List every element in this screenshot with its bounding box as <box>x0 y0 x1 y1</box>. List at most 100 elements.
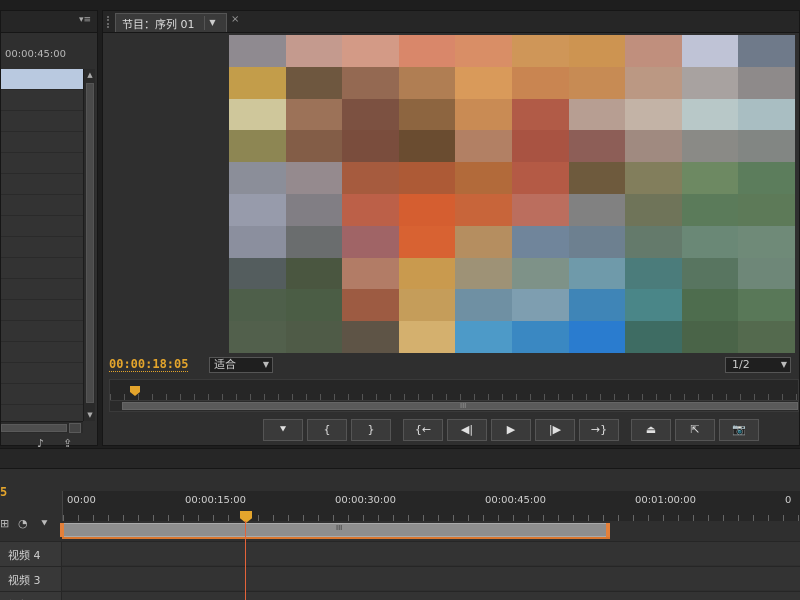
list-item[interactable] <box>1 132 83 153</box>
video-frame-pixel <box>229 257 286 290</box>
video-frame-pixel <box>681 162 739 194</box>
video-frame-pixel <box>625 130 682 163</box>
video-frame-pixel <box>398 130 456 163</box>
step-forward-button[interactable]: |▶ <box>535 419 575 441</box>
monitor-zoom-scroll-thumb[interactable]: III <box>122 402 798 410</box>
close-icon[interactable]: × <box>231 14 239 25</box>
left-hscroll-end-cap[interactable] <box>69 423 81 433</box>
left-vertical-scrollbar[interactable]: ▲ ▼ <box>83 69 95 421</box>
timeline-playhead-icon[interactable] <box>240 511 252 523</box>
snap-icon[interactable]: ⊞ <box>0 517 9 530</box>
list-item[interactable] <box>1 258 83 279</box>
video-frame-pixel <box>229 321 286 353</box>
monitor-zoom-scrollbar[interactable]: III <box>109 400 799 412</box>
go-to-out-button[interactable]: →} <box>579 419 619 441</box>
video-frame-pixel <box>285 98 343 131</box>
timeline-timecode[interactable]: 5 <box>0 485 7 499</box>
work-area-line <box>62 537 610 539</box>
current-timecode[interactable]: 00:00:18:05 <box>109 357 189 372</box>
list-item[interactable] <box>1 174 83 195</box>
video-frame-pixel <box>455 193 512 226</box>
video-frame-pixel <box>511 162 569 194</box>
track-row[interactable]: 视频 2 <box>0 591 800 600</box>
left-panel: ▾≡ 00:00:45:00 ▲ ▼ ♪ ⇪ <box>0 10 98 450</box>
work-area-end-handle[interactable] <box>606 523 610 537</box>
monitor-time-ruler[interactable] <box>109 379 799 401</box>
list-item[interactable] <box>1 111 83 132</box>
video-frame-pixel <box>342 257 399 290</box>
list-item[interactable] <box>1 300 83 321</box>
fit-zoom-select[interactable]: 适合 ▼ <box>209 357 273 373</box>
video-frame-pixel <box>398 289 456 322</box>
chevron-down-icon: ▼ <box>780 360 787 369</box>
play-button[interactable]: ▶ <box>491 419 531 441</box>
export-frame-button[interactable]: 📷 <box>719 419 759 441</box>
list-item[interactable] <box>1 237 83 258</box>
video-frame-pixel <box>455 35 512 67</box>
video-frame-pixel <box>681 289 739 322</box>
video-frame-pixel <box>398 98 456 131</box>
video-frame-pixel <box>229 35 286 67</box>
list-item[interactable] <box>1 279 83 300</box>
monitor-tabbar: 节目：序列 01 ▼ × <box>103 11 799 33</box>
work-area-start-handle[interactable] <box>60 523 64 537</box>
video-frame-pixel <box>285 162 343 194</box>
video-frame-pixel <box>398 66 456 99</box>
left-horizontal-scrollbar[interactable] <box>1 421 83 433</box>
video-frame-pixel <box>511 98 569 131</box>
extract-button[interactable]: ⇱ <box>675 419 715 441</box>
list-item[interactable] <box>1 363 83 384</box>
video-frame-pixel <box>229 66 286 99</box>
panel-menu-button[interactable]: ▾≡ <box>79 15 91 25</box>
video-frame-pixel <box>738 289 795 322</box>
lift-button[interactable]: ⏏ <box>631 419 671 441</box>
tab-grip-icon[interactable] <box>107 16 111 28</box>
chevron-down-icon[interactable]: ▼ <box>204 16 220 30</box>
left-horizontal-scroll-thumb[interactable] <box>1 424 67 432</box>
timeline-ruler[interactable]: 00:00 00:00:15:00 00:00:30:00 00:00:45:00 00… <box>62 491 800 521</box>
video-frame-pixel <box>738 162 795 194</box>
left-vertical-scroll-thumb[interactable] <box>86 83 94 403</box>
playback-resolution-select[interactable]: 1/2 ▼ <box>725 357 791 373</box>
timeline-tick-label: 0 <box>785 495 792 506</box>
list-item[interactable] <box>1 195 83 216</box>
video-frame-pixel <box>568 257 626 290</box>
list-item[interactable] <box>1 342 83 363</box>
timeline-playhead-line[interactable] <box>245 521 246 600</box>
timeline-tick-label: 00:00:45:00 <box>485 495 547 506</box>
list-item[interactable] <box>1 321 83 342</box>
add-marker-button[interactable]: ⯆ <box>263 419 303 441</box>
left-panel-list[interactable] <box>1 69 83 426</box>
video-frame-pixel <box>681 66 739 99</box>
video-frame-pixel <box>285 130 343 163</box>
video-frame-pixel <box>625 289 682 322</box>
scroll-down-icon[interactable]: ▼ <box>85 410 95 420</box>
video-frame-pixel <box>342 193 399 226</box>
track-header-label: 视频 2 <box>0 592 62 600</box>
list-item[interactable] <box>1 216 83 237</box>
playback-resolution-value: 1/2 <box>732 358 750 371</box>
video-frame-pixel <box>455 66 512 99</box>
video-frame-pixel <box>455 257 512 290</box>
video-frame-pixel <box>511 257 569 290</box>
track-row[interactable]: 视频 4 <box>0 541 800 566</box>
video-frame-pixel <box>229 289 286 322</box>
step-back-button[interactable]: ◀| <box>447 419 487 441</box>
video-frame-pixel <box>455 289 512 322</box>
set-marker-icon[interactable]: ◔ <box>18 517 28 530</box>
mark-out-button[interactable]: } <box>351 419 391 441</box>
list-item[interactable] <box>1 384 83 405</box>
list-item[interactable] <box>1 90 83 111</box>
list-item[interactable] <box>1 153 83 174</box>
mark-in-button[interactable]: { <box>307 419 347 441</box>
work-area-bar[interactable]: III <box>62 523 610 537</box>
track-row[interactable]: 视频 3 <box>0 566 800 591</box>
list-item[interactable] <box>1 69 83 90</box>
timeline-tabbar <box>0 449 800 469</box>
tab-program-sequence[interactable]: 节目：序列 01 ▼ <box>115 13 227 32</box>
video-frame-pixel <box>342 35 399 67</box>
scroll-up-icon[interactable]: ▲ <box>85 70 95 80</box>
video-frame-pixel <box>738 98 795 131</box>
go-to-in-button[interactable]: {← <box>403 419 443 441</box>
marker-icon[interactable]: ⯆ <box>40 517 49 531</box>
